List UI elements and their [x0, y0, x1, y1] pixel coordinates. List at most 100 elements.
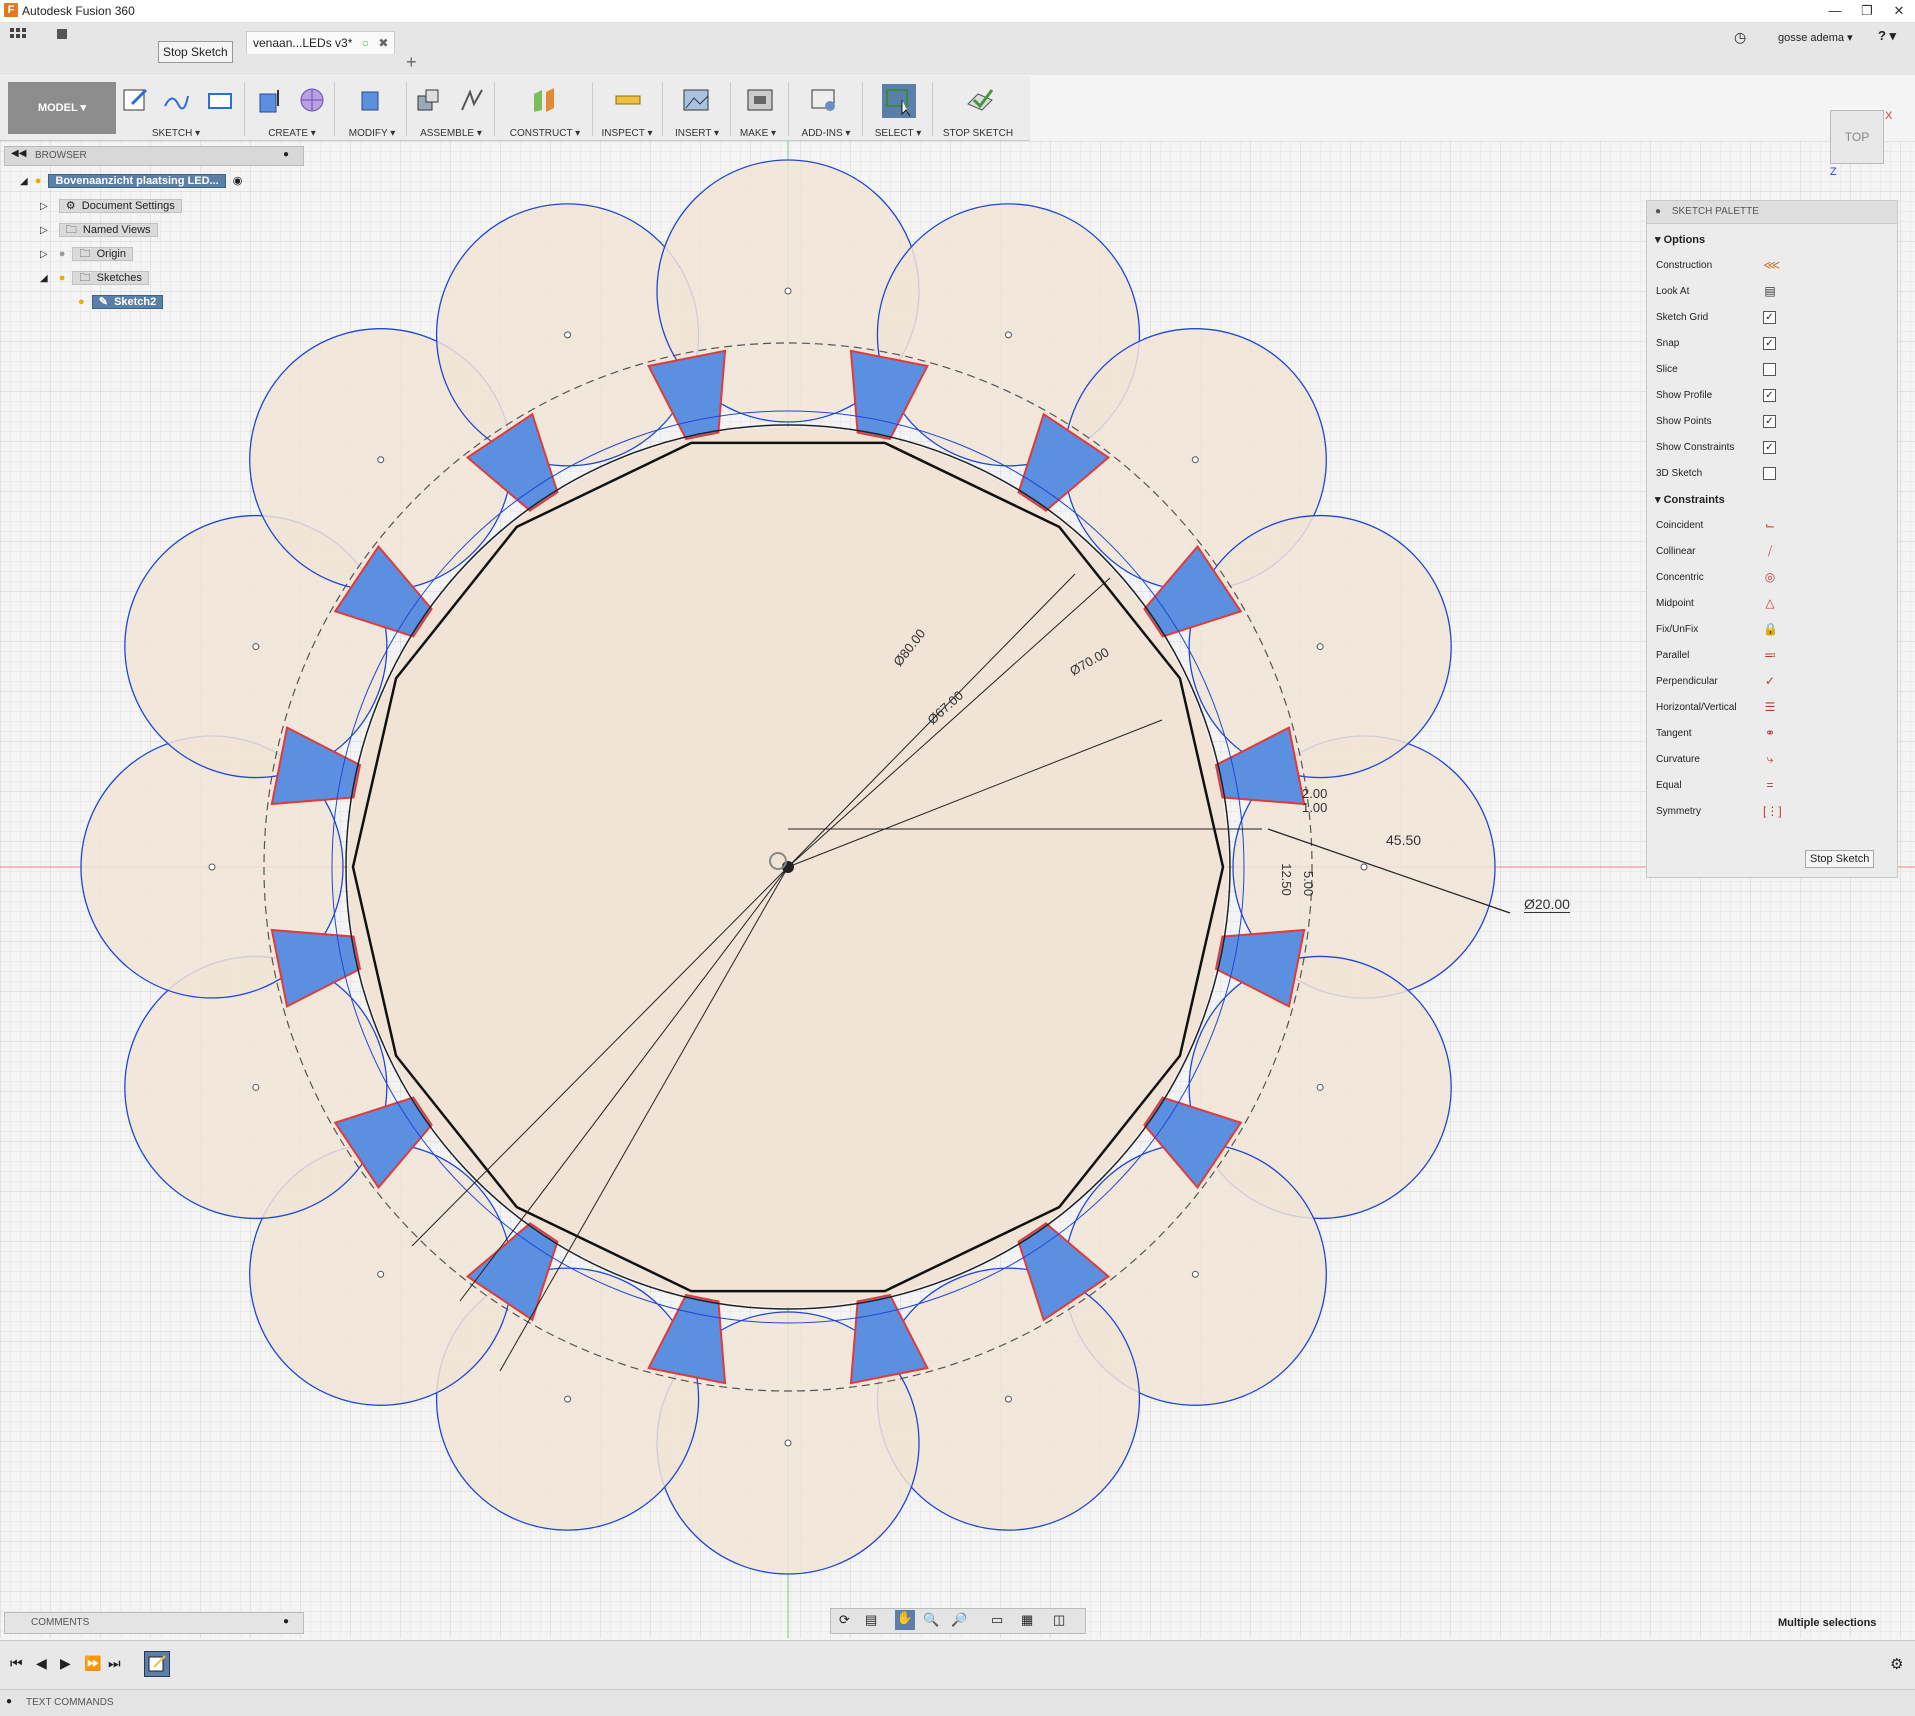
viewcube[interactable]: TOP [1830, 110, 1884, 164]
sketch-canvas[interactable] [0, 141, 1915, 1638]
browser-item-named-views[interactable]: ▷ 🗀 Named Views [40, 222, 158, 239]
make-menu[interactable]: MAKE ▾ [732, 128, 784, 139]
collapse-icon[interactable]: ◢ [40, 273, 48, 284]
expand-icon[interactable]: ▷ [40, 225, 48, 236]
new-tab-button[interactable]: + [406, 52, 417, 73]
constraints-section-header[interactable]: ▾ Constraints [1655, 493, 1725, 506]
line-icon[interactable] [162, 86, 190, 114]
show-profile-checkbox[interactable]: ✓ [1763, 389, 1776, 402]
expand-icon[interactable]: ▷ [40, 249, 48, 260]
select-icon[interactable] [882, 84, 916, 118]
dimension-diameter-20[interactable]: Ø20.00 [1524, 896, 1570, 913]
joint-icon[interactable] [458, 86, 486, 114]
browser-root-node[interactable]: Bovenaanzicht plaatsing LED... [48, 174, 226, 188]
text-commands-pin-icon[interactable]: ● [6, 1696, 12, 1707]
expand-icon[interactable]: ▷ [40, 201, 48, 212]
document-tab[interactable]: venaan...LEDs v3* ○ ✖ [246, 31, 396, 54]
go-to-start-icon[interactable]: ⏮ [10, 1655, 23, 1672]
text-commands-bar[interactable]: ● TEXT COMMANDS [0, 1689, 1915, 1716]
midpoint-icon[interactable]: △ [1763, 596, 1777, 610]
assemble-menu[interactable]: ASSEMBLE ▾ [410, 128, 492, 139]
stop-sketch-button[interactable]: STOP SKETCH [934, 128, 1022, 139]
show-constraints-checkbox[interactable]: ✓ [1763, 441, 1776, 454]
construction-icon[interactable]: ⋘ [1763, 258, 1780, 272]
slice-checkbox[interactable] [1763, 363, 1776, 376]
visibility-bulb-icon[interactable]: ● [78, 296, 85, 308]
browser-item-document-settings[interactable]: ▷ ⚙ Document Settings [40, 198, 182, 215]
workspace-switcher[interactable]: MODEL ▾ [8, 82, 116, 134]
show-points-checkbox[interactable]: ✓ [1763, 415, 1776, 428]
viewcube-top-face[interactable]: TOP [1845, 130, 1869, 144]
browser-root-row[interactable]: ◢ ● Bovenaanzicht plaatsing LED... ◉ [20, 173, 242, 190]
offset-plane-icon[interactable] [530, 86, 558, 114]
play-icon[interactable]: ▶ [60, 1655, 71, 1672]
file-icon[interactable] [56, 28, 68, 40]
measure-icon[interactable] [614, 86, 642, 114]
look-at-icon[interactable]: ▤ [1763, 284, 1777, 298]
options-section-header[interactable]: ▾ Options [1655, 233, 1705, 246]
3d-print-icon[interactable] [746, 86, 774, 114]
dimension-1[interactable]: 1.00 [1302, 800, 1327, 815]
extrude-icon[interactable] [256, 86, 284, 114]
fit-icon[interactable]: 🔎 [951, 1612, 967, 1628]
browser-item-sketch2[interactable]: ● ✎ Sketch2 [78, 294, 164, 311]
minimize-icon[interactable]: — [1820, 2, 1850, 20]
palette-close-icon[interactable]: ● [1655, 206, 1661, 217]
document-settings-node[interactable]: ⚙ Document Settings [58, 199, 182, 213]
comments-pin-icon[interactable]: ● [283, 1616, 289, 1627]
tab-close-icon[interactable]: ✖ [378, 36, 388, 50]
app-grid-icon[interactable] [10, 28, 26, 40]
browser-item-sketches[interactable]: ◢ ● 🗀 Sketches [40, 270, 149, 287]
sketch-drawing[interactable] [0, 141, 1915, 1638]
look-at-nav-icon[interactable]: ▤ [865, 1612, 877, 1628]
restore-icon[interactable]: ❐ [1852, 2, 1882, 20]
display-settings-icon[interactable]: ▭ [991, 1612, 1003, 1628]
step-back-icon[interactable]: ◀ [36, 1655, 47, 1672]
collapse-browser-icon[interactable]: ◀◀ [11, 148, 26, 159]
equal-icon[interactable]: = [1763, 778, 1777, 792]
perpendicular-icon[interactable]: ✓ [1763, 674, 1777, 688]
viewports-icon[interactable]: ◫ [1053, 1612, 1065, 1628]
press-pull-icon[interactable] [356, 86, 384, 114]
form-icon[interactable] [298, 86, 326, 114]
new-component-icon[interactable] [414, 86, 442, 114]
create-sketch-icon[interactable] [122, 86, 150, 114]
scripts-icon[interactable] [810, 86, 838, 114]
lock-icon[interactable]: 🔒 [1763, 622, 1778, 636]
visibility-bulb-icon[interactable]: ● [35, 175, 42, 187]
timeline-sketch-feature-icon[interactable] [144, 1651, 170, 1677]
activate-radio-icon[interactable]: ◉ [233, 175, 243, 187]
concentric-icon[interactable]: ◎ [1763, 570, 1777, 584]
stop-sketch-icon[interactable] [964, 86, 994, 114]
coincident-icon[interactable]: ⌙ [1763, 518, 1777, 532]
help-menu[interactable]: ? ▾ [1878, 28, 1896, 44]
construct-menu[interactable]: CONSTRUCT ▾ [500, 128, 590, 139]
named-views-node[interactable]: 🗀 Named Views [58, 223, 158, 237]
zoom-icon[interactable]: 🔍 [923, 1612, 939, 1628]
grid-settings-icon[interactable]: ▦ [1021, 1612, 1033, 1628]
tangent-icon[interactable]: ⚭ [1763, 726, 1777, 740]
browser-item-origin[interactable]: ▷ ● 🗀 Origin [40, 246, 133, 263]
job-status-icon[interactable]: ◷ [1734, 29, 1746, 46]
create-menu[interactable]: CREATE ▾ [252, 128, 332, 139]
comments-panel[interactable]: COMMENTS ● [4, 1612, 304, 1634]
curvature-icon[interactable]: ⤷ [1763, 752, 1777, 766]
modify-menu[interactable]: MODIFY ▾ [336, 128, 408, 139]
expand-root-icon[interactable]: ◢ [20, 176, 28, 187]
insert-image-icon[interactable] [682, 86, 710, 114]
symmetry-icon[interactable]: [⋮] [1763, 804, 1782, 818]
timeline-settings-gear-icon[interactable]: ⚙ [1890, 1655, 1903, 1673]
insert-menu[interactable]: INSERT ▾ [666, 128, 728, 139]
visibility-bulb-icon[interactable]: ● [59, 272, 66, 284]
sketch2-node[interactable]: ✎ Sketch2 [91, 295, 164, 309]
pan-icon[interactable]: ✋ [895, 1610, 915, 1630]
select-menu[interactable]: SELECT ▾ [866, 128, 930, 139]
close-icon[interactable]: ✕ [1884, 2, 1914, 20]
add-ins-menu[interactable]: ADD-INS ▾ [792, 128, 860, 139]
inspect-menu[interactable]: INSPECT ▾ [596, 128, 658, 139]
visibility-bulb-icon[interactable]: ● [59, 248, 66, 260]
browser-pin-icon[interactable]: ● [283, 149, 289, 160]
rectangle-icon[interactable] [206, 86, 234, 114]
palette-stop-sketch-button[interactable]: Stop Sketch [1805, 850, 1875, 868]
step-forward-icon[interactable]: ⏩ [84, 1655, 101, 1672]
